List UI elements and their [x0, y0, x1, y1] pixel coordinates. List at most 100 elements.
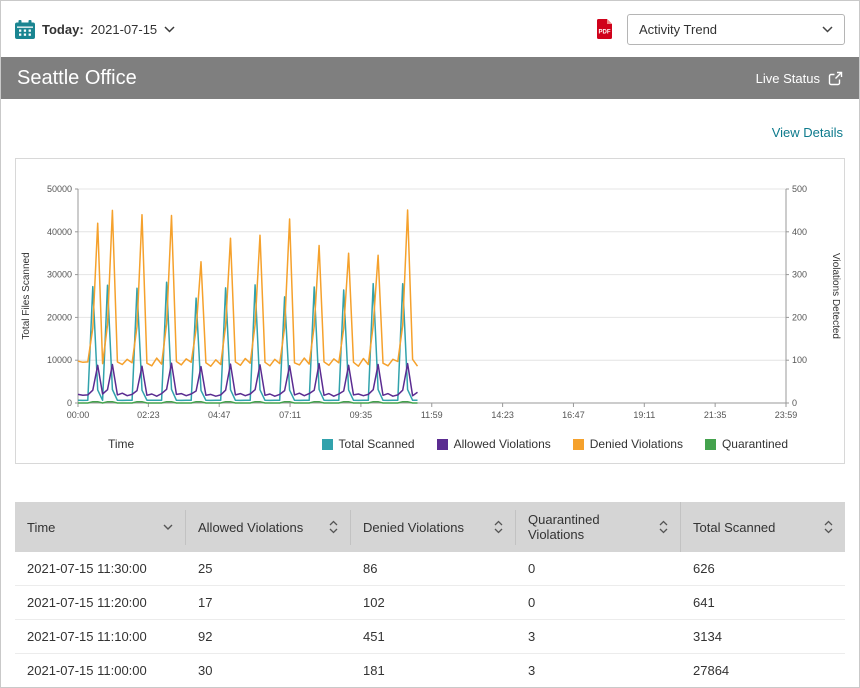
svg-text:04:47: 04:47 [208, 410, 231, 420]
table-cell: 3 [516, 654, 681, 688]
page-title: Seattle Office [17, 67, 137, 90]
svg-text:19:11: 19:11 [633, 410, 655, 420]
legend-item-quarantined[interactable]: Quarantined [705, 437, 788, 451]
svg-text:PDF: PDF [599, 30, 611, 36]
svg-text:Violations Detected: Violations Detected [830, 253, 841, 339]
activity-trend-page: Today: 2021-07-15 PDF Activity Trend Sea… [0, 0, 860, 688]
table-cell: 30 [186, 654, 351, 688]
table-cell: 2021-07-15 11:20:00 [15, 586, 186, 620]
table-row[interactable]: 2021-07-15 11:20:00171020641 [15, 586, 845, 620]
table-cell: 2021-07-15 11:00:00 [15, 654, 186, 688]
svg-text:11:59: 11:59 [421, 410, 443, 420]
table-cell: 3 [516, 620, 681, 654]
activity-table: Time Allowed Violations Denied Violation… [15, 502, 845, 688]
chevron-down-icon [822, 26, 833, 33]
legend-label: Allowed Violations [454, 437, 551, 451]
top-bar-right: PDF Activity Trend [596, 14, 845, 45]
legend-item-total-scanned[interactable]: Total Scanned [322, 437, 415, 451]
svg-text:09:35: 09:35 [350, 410, 373, 420]
legend-swatch [573, 439, 584, 450]
table-cell: 86 [351, 552, 516, 586]
table-row[interactable]: 2021-07-15 11:00:0030181327864 [15, 654, 845, 688]
chevron-down-icon [164, 26, 175, 33]
calendar-icon [15, 20, 35, 39]
selected-date: 2021-07-15 [91, 22, 158, 37]
svg-text:16:47: 16:47 [562, 410, 585, 420]
date-picker[interactable]: Today: 2021-07-15 [15, 20, 175, 39]
table-header-row: Time Allowed Violations Denied Violation… [15, 502, 845, 552]
svg-text:00:00: 00:00 [67, 410, 90, 420]
svg-text:23:59: 23:59 [775, 410, 798, 420]
table-cell: 0 [516, 552, 681, 586]
svg-text:0: 0 [792, 398, 797, 408]
col-header-time[interactable]: Time [15, 502, 186, 552]
svg-text:14:23: 14:23 [491, 410, 514, 420]
view-details-link[interactable]: View Details [772, 125, 843, 140]
legend-item-denied-violations[interactable]: Denied Violations [573, 437, 683, 451]
pdf-file-icon[interactable]: PDF [596, 19, 613, 39]
chart-legend: Total Scanned Allowed Violations Denied Vi… [322, 437, 788, 451]
col-header-label: Time [27, 520, 55, 535]
table-row[interactable]: 2021-07-15 11:10:009245133134 [15, 620, 845, 654]
table-cell: 27864 [681, 654, 845, 688]
table-cell: 451 [351, 620, 516, 654]
svg-text:20000: 20000 [47, 312, 72, 322]
table-cell: 25 [186, 552, 351, 586]
svg-text:07:11: 07:11 [279, 410, 301, 420]
sort-desc-icon [163, 524, 173, 530]
svg-text:21:35: 21:35 [704, 410, 727, 420]
legend-swatch [437, 439, 448, 450]
table-cell: 2021-07-15 11:10:00 [15, 620, 186, 654]
table-cell: 641 [681, 586, 845, 620]
legend-label: Total Scanned [339, 437, 415, 451]
legend-label: Quarantined [722, 437, 788, 451]
col-header-denied-violations[interactable]: Denied Violations [351, 502, 516, 552]
sort-updown-icon [659, 520, 668, 534]
col-header-label: Total Scanned [693, 520, 775, 535]
table-cell: 102 [351, 586, 516, 620]
svg-text:50000: 50000 [47, 184, 72, 194]
svg-text:02:23: 02:23 [137, 410, 160, 420]
legend-label: Denied Violations [590, 437, 683, 451]
chart-footer: Time Total Scanned Allowed Violations Deni… [16, 437, 844, 455]
live-status-label: Live Status [756, 71, 820, 86]
col-header-label: Denied Violations [363, 520, 464, 535]
col-header-label: Quarantined Violations [528, 512, 653, 542]
sort-updown-icon [494, 520, 503, 534]
activity-table-wrap: Time Allowed Violations Denied Violation… [15, 502, 845, 688]
activity-trend-chart: 0010000100200002003000030040000400500005… [16, 175, 844, 433]
col-header-allowed-violations[interactable]: Allowed Violations [186, 502, 351, 552]
svg-text:100: 100 [792, 355, 807, 365]
svg-text:200: 200 [792, 312, 807, 322]
col-header-label: Allowed Violations [198, 520, 303, 535]
svg-text:500: 500 [792, 184, 807, 194]
svg-text:30000: 30000 [47, 270, 72, 280]
col-header-quarantined-violations[interactable]: Quarantined Violations [516, 502, 681, 552]
report-type-value: Activity Trend [639, 22, 717, 37]
table-cell: 181 [351, 654, 516, 688]
svg-text:400: 400 [792, 227, 807, 237]
svg-text:Total Files Scanned: Total Files Scanned [21, 252, 32, 339]
chart-panel: 0010000100200002003000030040000400500005… [15, 158, 845, 464]
svg-text:0: 0 [67, 398, 72, 408]
page-header: Seattle Office Live Status [1, 57, 859, 99]
table-row[interactable]: 2021-07-15 11:30:0025860626 [15, 552, 845, 586]
col-header-total-scanned[interactable]: Total Scanned [681, 502, 845, 552]
sort-updown-icon [824, 520, 833, 534]
legend-item-allowed-violations[interactable]: Allowed Violations [437, 437, 551, 451]
table-cell: 2021-07-15 11:30:00 [15, 552, 186, 586]
table-cell: 17 [186, 586, 351, 620]
top-bar: Today: 2021-07-15 PDF Activity Trend [1, 1, 859, 57]
live-status-link[interactable]: Live Status [756, 71, 843, 86]
table-cell: 3134 [681, 620, 845, 654]
table-cell: 92 [186, 620, 351, 654]
report-type-select[interactable]: Activity Trend [627, 14, 845, 45]
sort-updown-icon [329, 520, 338, 534]
legend-swatch [705, 439, 716, 450]
x-axis-title: Time [108, 437, 134, 451]
legend-swatch [322, 439, 333, 450]
table-cell: 0 [516, 586, 681, 620]
svg-text:40000: 40000 [47, 227, 72, 237]
external-link-icon [828, 71, 843, 86]
view-details-row: View Details [1, 99, 859, 158]
